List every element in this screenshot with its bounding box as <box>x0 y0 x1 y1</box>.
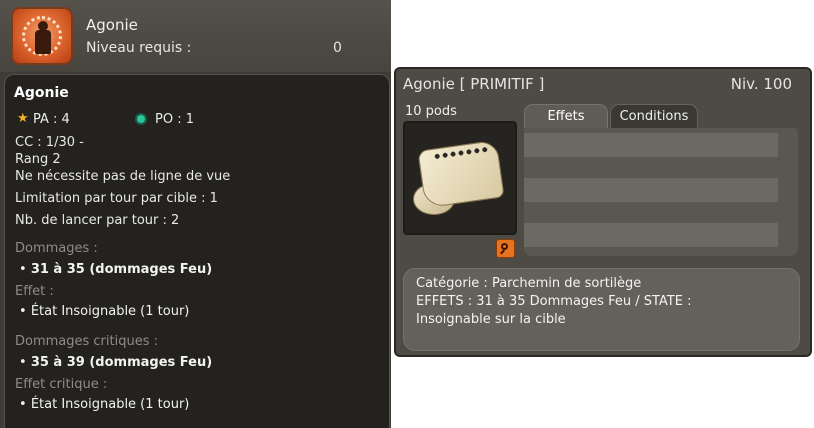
damage-label: Dommages : <box>15 241 98 256</box>
star-icon: ★ <box>17 111 29 126</box>
spell-details-title: Agonie <box>14 85 69 101</box>
limit-per-target: Limitation par tour par cible : 1 <box>15 191 218 206</box>
critical-effect-label: Effet critique : <box>15 377 108 392</box>
effects-list <box>524 128 798 256</box>
item-level: Niv. 100 <box>730 75 792 93</box>
agonie-spell-icon <box>11 7 73 65</box>
critical-damage-value: • 35 à 39 (dommages Feu) <box>19 355 213 370</box>
effect-label: Effet : <box>15 284 54 299</box>
tab-effets[interactable]: Effets <box>524 104 608 128</box>
spell-name: Agonie <box>86 16 138 34</box>
magnifier-icon[interactable] <box>496 239 515 258</box>
eye-icon <box>137 115 145 123</box>
range-points: PO : 1 <box>155 112 194 127</box>
spell-tooltip: Agonie Niveau requis : 0 Agonie ★ PA : 4… <box>0 0 391 428</box>
item-weight: 10 pods <box>405 104 457 119</box>
item-window: Agonie [ PRIMITIF ] Niv. 100 10 pods Eff… <box>394 67 812 357</box>
description-line: EFFETS : 31 à 35 Dommages Feu / STATE : <box>416 294 692 309</box>
critical-damage-label: Dommages critiques : <box>15 334 158 349</box>
effect-value: • État Insoignable (1 tour) <box>19 304 190 319</box>
effect-row <box>524 133 778 157</box>
critical-chance: CC : 1/30 - <box>15 135 84 150</box>
spell-details: Agonie ★ PA : 4 PO : 1 CC : 1/30 - Rang … <box>4 74 390 428</box>
description-line: Insoignable sur la cible <box>416 312 566 327</box>
scroll-icon <box>403 121 517 235</box>
effect-row <box>524 223 778 247</box>
required-level-value: 0 <box>333 40 342 56</box>
critical-effect-value: • État Insoignable (1 tour) <box>19 397 190 412</box>
item-title: Agonie [ PRIMITIF ] <box>403 75 545 93</box>
tab-conditions[interactable]: Conditions <box>610 104 698 128</box>
action-points: PA : 4 <box>33 112 70 127</box>
spell-header: Agonie Niveau requis : 0 <box>0 0 391 72</box>
item-description: Catégorie : Parchemin de sortilège EFFET… <box>403 268 800 351</box>
damage-value: • 31 à 35 (dommages Feu) <box>19 262 213 277</box>
required-level-label: Niveau requis : <box>86 40 192 56</box>
casts-per-turn: Nb. de lancer par tour : 2 <box>15 213 180 228</box>
description-line: Catégorie : Parchemin de sortilège <box>416 276 642 291</box>
effect-row <box>524 178 778 202</box>
spell-rank: Rang 2 <box>15 152 61 167</box>
line-of-sight: Ne nécessite pas de ligne de vue <box>15 169 231 184</box>
